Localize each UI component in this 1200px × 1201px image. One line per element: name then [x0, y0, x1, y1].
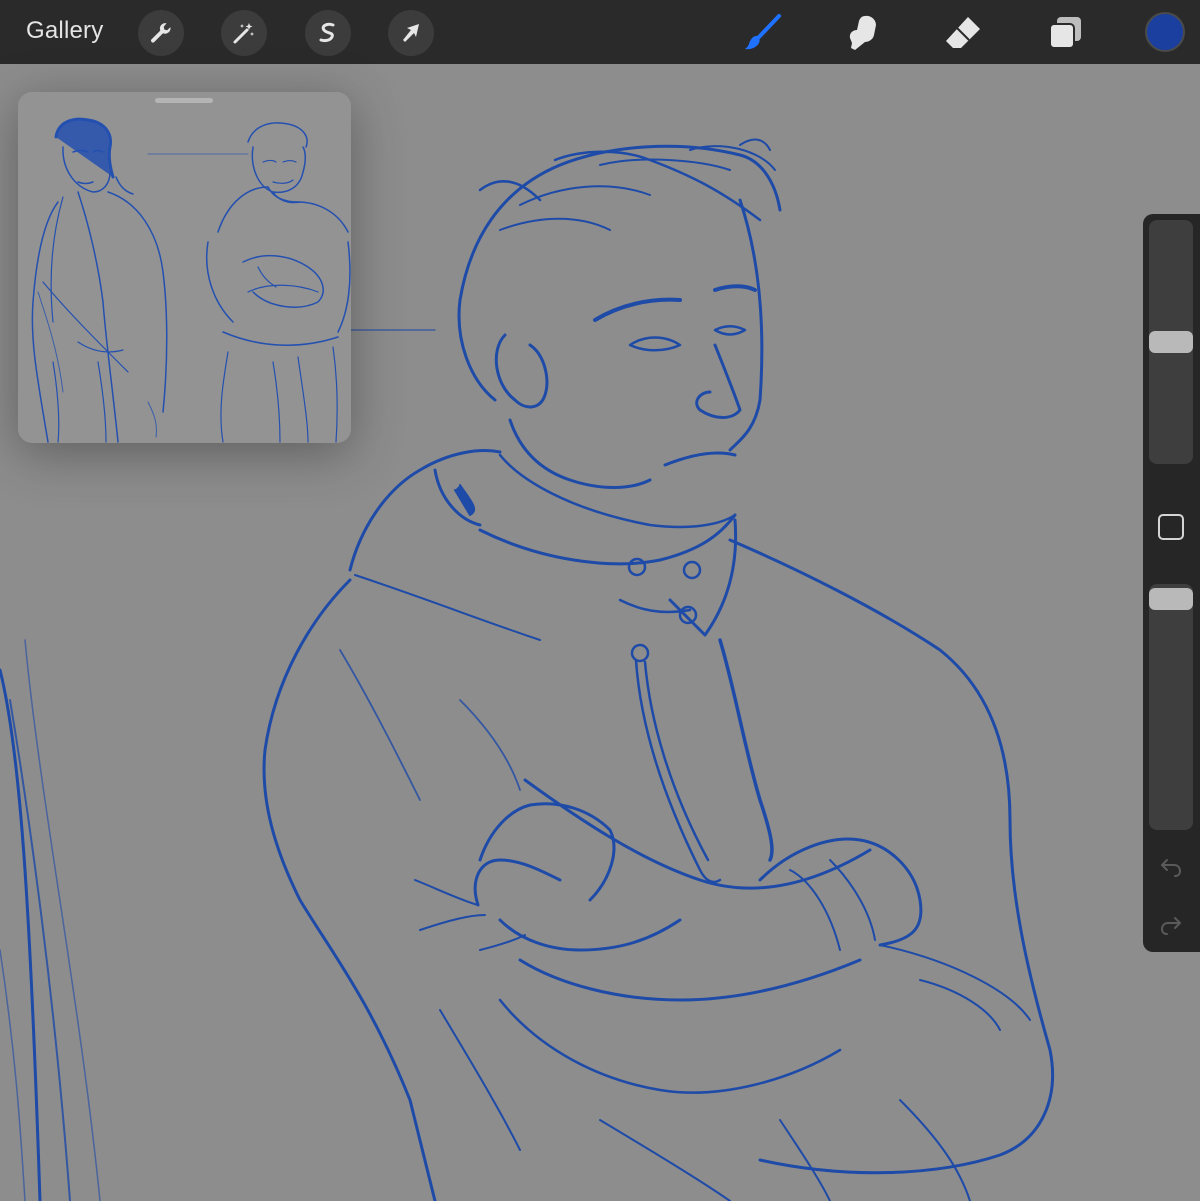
selection-s-icon: [319, 22, 335, 43]
brush-tool-button[interactable]: [740, 10, 786, 56]
reference-image: [31, 117, 351, 443]
layers-tool-button[interactable]: [1042, 10, 1088, 56]
magic-wand-icon: [233, 23, 254, 44]
drawing-canvas[interactable]: [0, 64, 1200, 1201]
arrow-cursor-icon: [403, 24, 419, 42]
gallery-button[interactable]: Gallery: [26, 17, 103, 45]
selection-button[interactable]: [305, 10, 351, 56]
smudge-tool-button[interactable]: [840, 10, 886, 56]
right-sidebar: [1143, 214, 1200, 952]
opacity-slider-thumb[interactable]: [1149, 588, 1193, 610]
brush-size-slider[interactable]: [1149, 220, 1193, 464]
brush-icon: [745, 14, 781, 50]
smudge-finger-icon: [849, 15, 876, 51]
brush-size-slider-thumb[interactable]: [1149, 331, 1193, 353]
top-toolbar: Gallery: [0, 0, 1200, 64]
undo-arrow-icon: [1161, 859, 1182, 877]
adjustments-button[interactable]: [221, 10, 267, 56]
undo-button[interactable]: [1157, 852, 1185, 880]
color-swatch[interactable]: [1145, 12, 1185, 52]
redo-button[interactable]: [1157, 910, 1185, 938]
opacity-slider[interactable]: [1149, 584, 1193, 830]
modify-button[interactable]: [1158, 514, 1184, 540]
wrench-icon: [151, 23, 171, 43]
layers-icon: [1049, 17, 1081, 49]
actions-button[interactable]: [138, 10, 184, 56]
reference-window[interactable]: [18, 92, 351, 443]
eraser-icon: [946, 17, 980, 48]
redo-arrow-icon: [1160, 917, 1181, 935]
transform-button[interactable]: [388, 10, 434, 56]
eraser-tool-button[interactable]: [940, 10, 986, 56]
